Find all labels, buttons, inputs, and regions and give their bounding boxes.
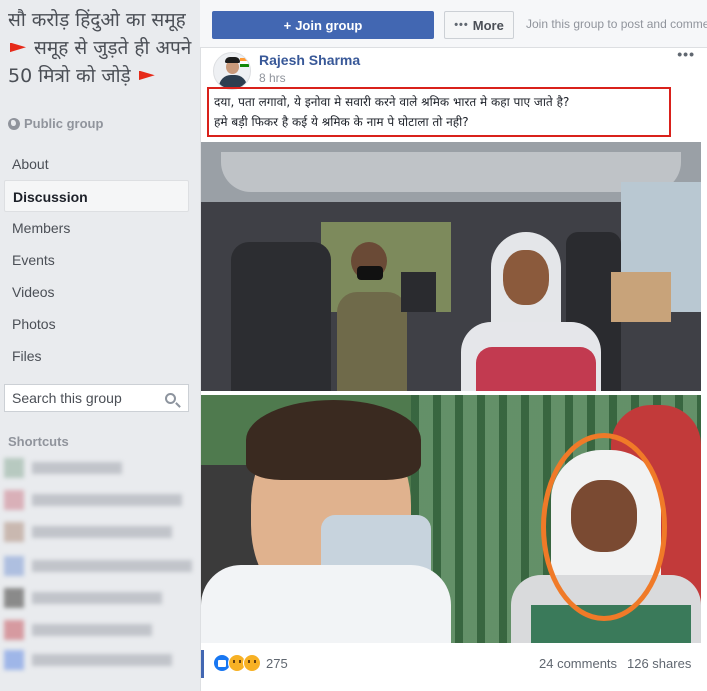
shortcut-item[interactable] bbox=[4, 458, 122, 478]
shortcut-item[interactable] bbox=[4, 588, 162, 608]
post-options-icon[interactable]: ••• bbox=[677, 46, 695, 62]
post-text-highlighted: दया, पता लगावो, ये इनोवा मे सवारी करने व… bbox=[207, 87, 671, 137]
shortcut-item[interactable] bbox=[4, 522, 172, 542]
shortcut-item[interactable] bbox=[4, 556, 192, 576]
post-text-line: दया, पता लगावो, ये इनोवा मे सवारी करने व… bbox=[214, 95, 570, 109]
group-sidebar: सौ करोड़ हिंदुओ का समूह समूह से जुड़ते ह… bbox=[0, 0, 200, 691]
flag-icon bbox=[8, 37, 28, 59]
nav-item-photos[interactable]: Photos bbox=[4, 308, 189, 340]
group-action-bar: + Join group ••• More Join this group to… bbox=[200, 0, 707, 48]
search-icon[interactable] bbox=[165, 393, 176, 404]
post-timestamp[interactable]: 8 hrs bbox=[259, 71, 286, 85]
shortcut-item[interactable] bbox=[4, 490, 182, 510]
privacy-label: Public group bbox=[24, 116, 104, 131]
join-hint-text: Join this group to post and comme bbox=[526, 17, 707, 31]
post-photo-outdoor[interactable] bbox=[201, 395, 701, 643]
shares-count[interactable]: 126 shares bbox=[627, 656, 691, 671]
privacy-row: Public group bbox=[8, 116, 103, 131]
shortcut-item[interactable] bbox=[4, 650, 172, 670]
orange-circle-annotation bbox=[541, 433, 667, 621]
nav-item-members[interactable]: Members bbox=[4, 212, 189, 244]
post-footer: 275 24 comments 126 shares bbox=[201, 646, 707, 680]
globe-icon bbox=[8, 117, 20, 130]
nav-item-discussion[interactable]: Discussion bbox=[4, 180, 189, 212]
nav-item-events[interactable]: Events bbox=[4, 244, 189, 276]
nav-item-files[interactable]: Files bbox=[4, 340, 189, 372]
flag-icon bbox=[137, 65, 157, 87]
join-group-label: Join group bbox=[295, 17, 363, 33]
post-photo-car-interior[interactable] bbox=[201, 142, 701, 391]
post-author[interactable]: Rajesh Sharma bbox=[259, 52, 360, 68]
group-title[interactable]: सौ करोड़ हिंदुओ का समूह समूह से जुड़ते ह… bbox=[8, 6, 198, 90]
reactions-summary[interactable]: 275 bbox=[213, 654, 288, 672]
reaction-count: 275 bbox=[266, 655, 288, 671]
more-label: More bbox=[472, 17, 504, 33]
group-title-part2: समूह से जुड़ते ही अपने 50 मित्रो को जोड़… bbox=[8, 37, 192, 87]
nav-item-about[interactable]: About bbox=[4, 148, 189, 180]
group-nav: About Discussion Members Events Videos P… bbox=[4, 148, 189, 372]
join-group-button[interactable]: + Join group bbox=[212, 11, 434, 39]
group-search-input[interactable]: Search this group bbox=[4, 384, 189, 412]
post-text-line: हमे बड़ी फिकर है कई ये श्रमिक के नाम पे … bbox=[214, 115, 469, 129]
post-card: Rajesh Sharma 8 hrs ••• दया, पता लगावो, … bbox=[200, 46, 707, 691]
shortcuts-heading: Shortcuts bbox=[8, 434, 69, 449]
shortcut-item[interactable] bbox=[4, 620, 152, 640]
author-avatar[interactable] bbox=[213, 52, 251, 90]
nav-item-videos[interactable]: Videos bbox=[4, 276, 189, 308]
more-button[interactable]: ••• More bbox=[444, 11, 514, 39]
more-dots-icon: ••• bbox=[454, 19, 469, 31]
plus-icon: + bbox=[283, 17, 292, 33]
group-title-part1: सौ करोड़ हिंदुओ का समूह bbox=[8, 9, 186, 31]
comments-count[interactable]: 24 comments bbox=[539, 656, 617, 671]
wow-icon bbox=[243, 654, 261, 672]
